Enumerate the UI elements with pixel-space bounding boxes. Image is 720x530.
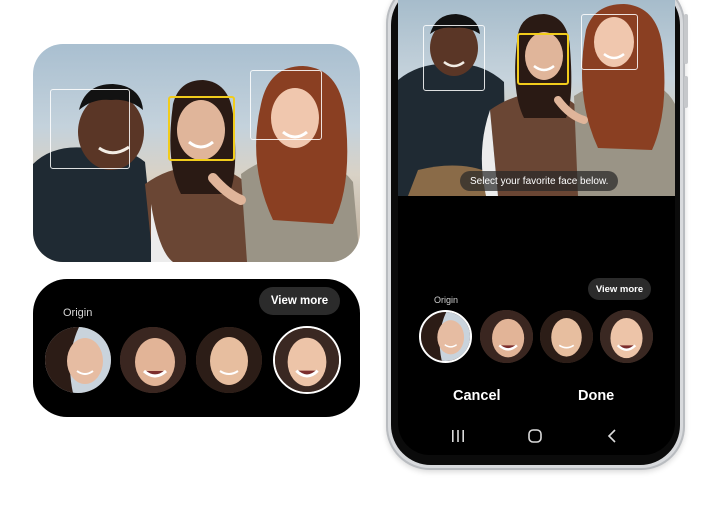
face-thumbnail-3[interactable] <box>540 310 593 363</box>
origin-label: Origin <box>434 295 459 305</box>
face-image <box>196 327 262 393</box>
face-image <box>600 310 653 363</box>
face-image <box>275 328 339 392</box>
back-icon[interactable] <box>604 428 622 444</box>
view-more-button[interactable]: View more <box>259 287 340 315</box>
done-button[interactable]: Done <box>578 388 614 404</box>
face-image <box>120 327 186 393</box>
face-image <box>421 312 470 361</box>
face-box-right-woman[interactable] <box>581 14 638 70</box>
face-box-man[interactable] <box>423 25 485 91</box>
face-image <box>480 310 533 363</box>
face-thumbnail-2[interactable] <box>120 327 186 393</box>
origin-label: Origin <box>63 307 93 319</box>
recent-apps-icon[interactable] <box>449 428 467 444</box>
screen-photo: Select your favorite face below. <box>398 0 675 196</box>
view-more-button[interactable]: View more <box>588 278 651 300</box>
phone-screen: Select your favorite face below. View mo… <box>398 0 675 455</box>
face-thumbnail-selected[interactable] <box>273 326 341 394</box>
instruction-toast: Select your favorite face below. <box>460 171 619 191</box>
face-selector-panel: Origin View more <box>33 279 360 417</box>
face-thumbnail-2[interactable] <box>480 310 533 363</box>
face-thumbnail-3[interactable] <box>196 327 262 393</box>
face-box-right-woman[interactable] <box>250 70 322 140</box>
group-photo-zoom <box>33 44 360 262</box>
face-box-middle-woman-selected[interactable] <box>517 33 569 85</box>
face-thumbnail-4[interactable] <box>600 310 653 363</box>
face-image <box>540 310 593 363</box>
face-box-man[interactable] <box>50 89 130 169</box>
face-image <box>45 327 111 393</box>
face-box-middle-woman-selected[interactable] <box>168 96 235 161</box>
face-thumbnail-origin[interactable] <box>45 327 111 393</box>
home-icon[interactable] <box>526 428 544 444</box>
face-thumbnail-origin-selected[interactable] <box>419 310 472 363</box>
cancel-button[interactable]: Cancel <box>453 388 501 404</box>
power-button <box>684 76 688 108</box>
volume-button <box>684 14 688 64</box>
